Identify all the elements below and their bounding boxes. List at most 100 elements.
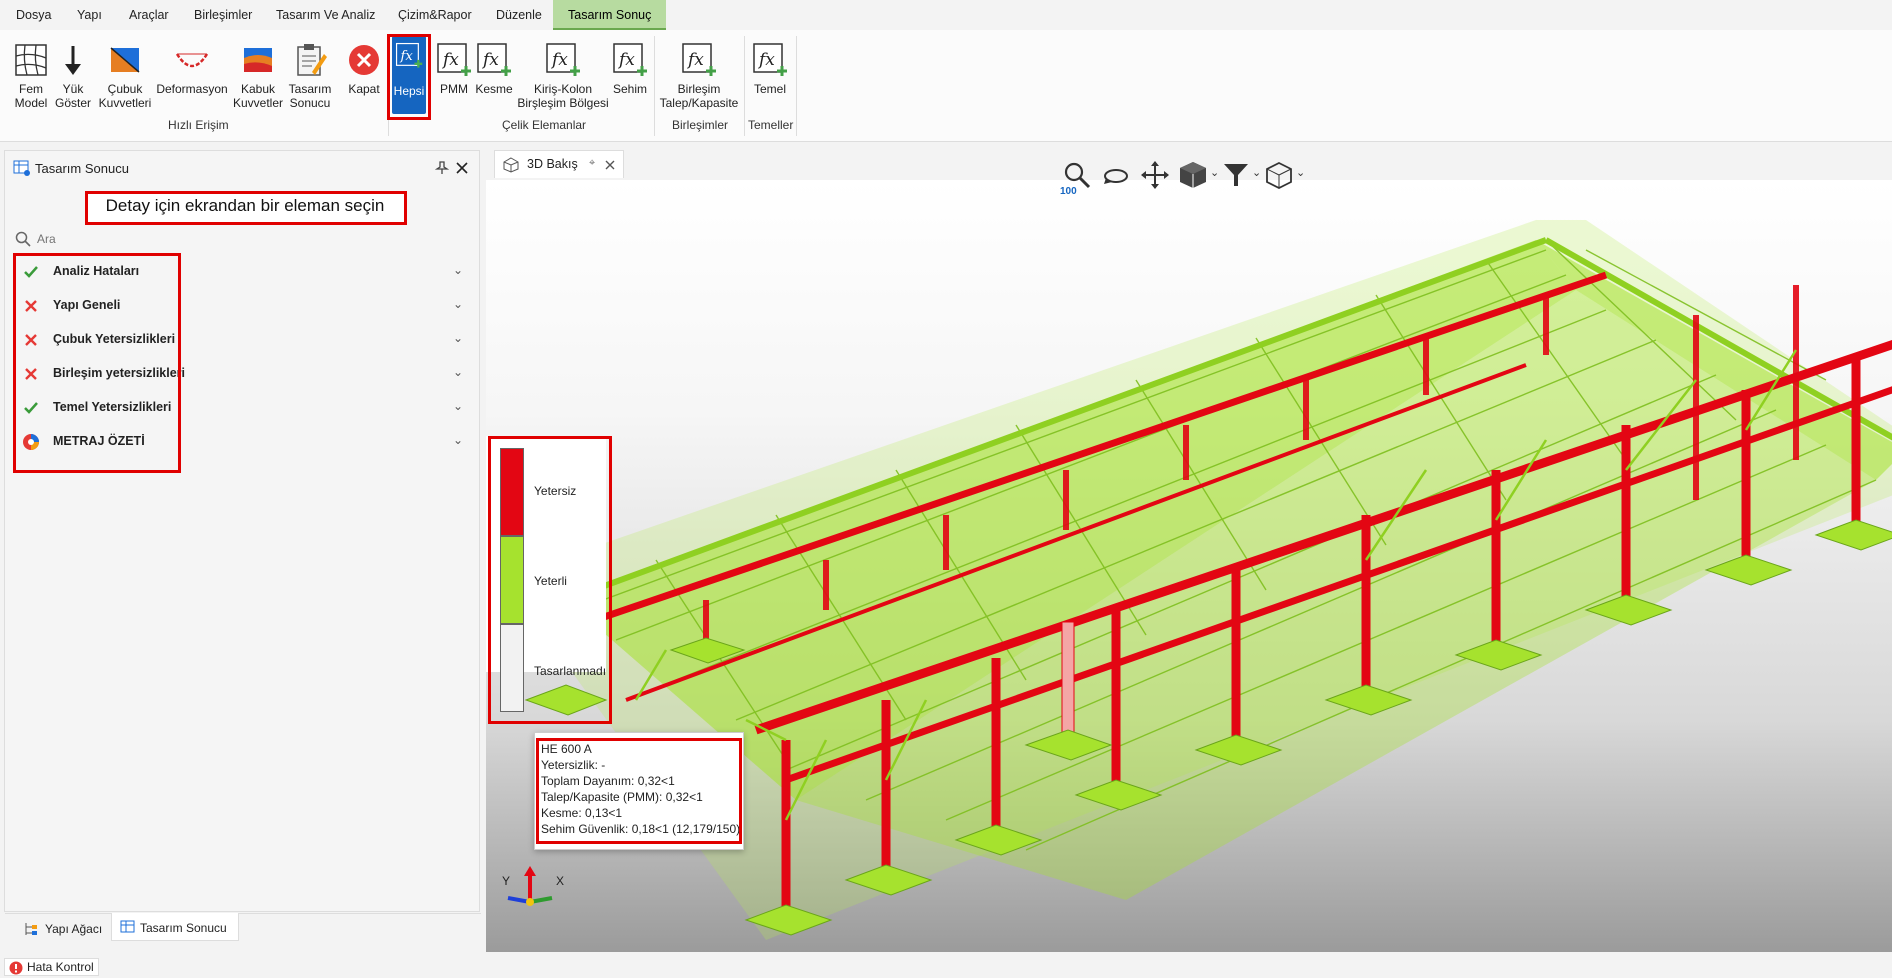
- chevron-down-icon[interactable]: ⌄: [1296, 166, 1305, 179]
- kabuk-kuvvetler-label: Kabuk Kuvvetler: [232, 82, 284, 110]
- pin-icon[interactable]: [435, 161, 449, 175]
- fx-plus-icon: fx: [437, 43, 471, 76]
- chevron-down-icon[interactable]: ⌄: [453, 433, 463, 447]
- pmm-label: PMM: [440, 82, 468, 96]
- kesme-label: Kesme: [475, 82, 513, 96]
- deformasyon-button[interactable]: Deformasyon: [154, 42, 230, 96]
- error-icon: [9, 961, 23, 975]
- close-icon[interactable]: [605, 160, 615, 170]
- chevron-down-icon[interactable]: ⌄: [453, 331, 463, 345]
- kapat-label: Kapat: [348, 82, 380, 96]
- chevron-down-icon[interactable]: ⌄: [453, 263, 463, 277]
- menu-araclar[interactable]: Araçlar: [129, 0, 169, 30]
- axis-x-label: X: [556, 874, 565, 888]
- menu-tasarim-ve-analiz[interactable]: Tasarım Ve Analiz: [276, 0, 375, 30]
- group-birlesimler: Birleşimler: [672, 118, 729, 132]
- kesme-button[interactable]: fx Kesme: [474, 42, 514, 96]
- pan-icon[interactable]: [1140, 160, 1170, 190]
- svg-text:fx: fx: [757, 50, 775, 70]
- menu-bar: Dosya Yapı Araçlar Birleşimler Tasarım V…: [0, 0, 1892, 30]
- menu-duzenle[interactable]: Düzenle: [496, 0, 542, 30]
- filter-icon[interactable]: [1222, 162, 1250, 188]
- panel-table-icon: [13, 160, 30, 176]
- search-input[interactable]: [37, 229, 467, 249]
- menu-yapi[interactable]: Yapı: [77, 0, 102, 30]
- search-icon: [15, 231, 31, 247]
- shell-force-icon: [244, 48, 272, 72]
- highlight-box: [536, 738, 742, 844]
- pmm-button[interactable]: fx PMM: [436, 42, 472, 96]
- close-circle-icon: [349, 45, 379, 75]
- table-icon: [120, 920, 135, 933]
- fx-plus-icon: fx: [477, 43, 511, 76]
- svg-text:fx: fx: [686, 50, 704, 70]
- divider: [5, 913, 481, 914]
- fx-plus-icon: fx: [546, 43, 580, 76]
- ribbon-separator: [796, 36, 797, 136]
- fem-model-icon: [15, 44, 47, 76]
- sehim-button[interactable]: fx Sehim: [610, 42, 650, 96]
- panel-title: Tasarım Sonucu: [35, 161, 129, 176]
- chevron-down-icon[interactable]: ⌄: [453, 399, 463, 413]
- beam-force-icon: [110, 47, 140, 73]
- highlight-box: [488, 436, 612, 724]
- menu-birlesimler[interactable]: Birleşimler: [194, 0, 252, 30]
- 3d-viewport[interactable]: 100 ⌄ ⌄ ⌄ Yetersiz Yeterli Tasarlanmadı …: [486, 161, 1892, 952]
- svg-text:fx: fx: [481, 50, 499, 70]
- kiris-kolon-button[interactable]: fx Kiriş-Kolon Birşleşim Bölgesi: [516, 42, 610, 110]
- section-cube-icon[interactable]: [1264, 160, 1294, 190]
- tree-icon: [25, 923, 37, 935]
- ribbon: Fem Model Yük Göster Çubuk Kuvvetleri De…: [0, 30, 1892, 142]
- cubuk-kuvvetleri-button[interactable]: Çubuk Kuvvetleri: [94, 42, 156, 110]
- chevron-down-icon[interactable]: ⌄: [1252, 166, 1261, 179]
- birlesim-label: Birleşim Talep/Kapasite: [659, 82, 739, 110]
- cube-icon[interactable]: [1178, 160, 1208, 190]
- fem-model-button[interactable]: Fem Model: [8, 42, 54, 110]
- yuk-goster-label: Yük Göster: [54, 82, 91, 110]
- fx-plus-icon: fx: [682, 43, 716, 76]
- svg-text:fx: fx: [550, 50, 568, 70]
- yuk-goster-button[interactable]: Yük Göster: [54, 42, 92, 110]
- ribbon-separator: [744, 36, 745, 136]
- tab-label: Yapı Ağacı: [45, 922, 103, 936]
- zoom-level: 100: [1060, 186, 1077, 197]
- axis-y-label: Y: [502, 874, 511, 888]
- group-hizli-erisim: Hızlı Erişim: [168, 118, 229, 132]
- menu-tasarim-sonuc[interactable]: Tasarım Sonuç: [553, 0, 667, 30]
- design-result-panel: Tasarım Sonucu Detay için ekrandan bir e…: [4, 150, 481, 941]
- highlight-box: [387, 34, 431, 120]
- group-temeller: Temeller: [748, 118, 794, 132]
- svg-text:fx: fx: [617, 50, 635, 70]
- tab-3d-view[interactable]: 3D Bakış ⌖: [494, 150, 624, 178]
- tab-tasarim-sonucu[interactable]: Tasarım Sonucu: [111, 913, 239, 941]
- kabuk-kuvvetler-button[interactable]: Kabuk Kuvvetler: [232, 42, 284, 110]
- highlight-box: [13, 253, 181, 473]
- menu-cizim-rapor[interactable]: Çizim&Rapor: [398, 0, 472, 30]
- rotate-icon[interactable]: [1102, 164, 1132, 188]
- deformasyon-label: Deformasyon: [156, 82, 228, 96]
- chevron-down-icon[interactable]: ⌄: [1210, 166, 1219, 179]
- ribbon-separator: [654, 36, 655, 136]
- svg-text:fx: fx: [441, 50, 459, 70]
- clipboard-icon: [297, 44, 327, 76]
- cube-view-icon: [503, 157, 519, 173]
- temel-label: Temel: [753, 82, 786, 96]
- close-icon[interactable]: [455, 161, 469, 175]
- hata-kontrol-label: Hata Kontrol: [27, 960, 94, 974]
- kapat-button[interactable]: Kapat: [342, 42, 386, 96]
- tab-label: 3D Bakış: [527, 157, 578, 171]
- tasarim-sonucu-label: Tasarım Sonucu: [288, 82, 332, 110]
- temel-button[interactable]: fx Temel: [748, 42, 792, 96]
- tasarim-sonucu-button[interactable]: Tasarım Sonucu: [284, 42, 336, 110]
- fx-plus-icon: fx: [613, 43, 647, 76]
- chevron-down-icon[interactable]: ⌄: [453, 365, 463, 379]
- birlesim-talep-kapasite-button[interactable]: fx Birleşim Talep/Kapasite: [656, 42, 742, 110]
- tab-label: Tasarım Sonucu: [140, 921, 227, 935]
- pin-icon[interactable]: ⌖: [589, 157, 595, 170]
- view-toolbar: 100 ⌄ ⌄ ⌄: [1060, 160, 1305, 200]
- kiris-kolon-label: Kiriş-Kolon Birşleşim Bölgesi: [517, 82, 609, 110]
- menu-dosya[interactable]: Dosya: [16, 0, 51, 30]
- fx-plus-icon: fx: [753, 43, 787, 76]
- chevron-down-icon[interactable]: ⌄: [453, 297, 463, 311]
- hata-kontrol-button[interactable]: Hata Kontrol: [4, 958, 99, 976]
